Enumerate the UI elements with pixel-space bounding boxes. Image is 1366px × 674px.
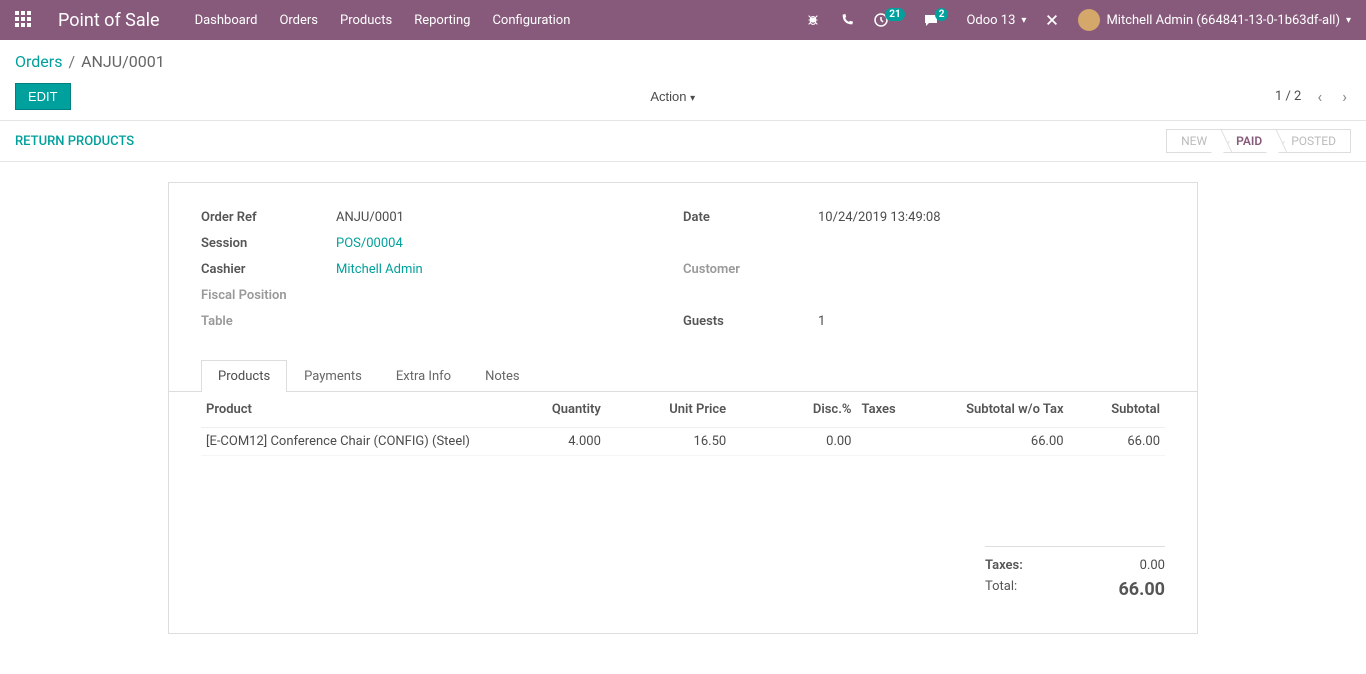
nav-reporting[interactable]: Reporting [414,13,470,28]
breadcrumb-sep: / [68,52,75,71]
nav-configuration[interactable]: Configuration [492,13,570,28]
close-icon[interactable] [1044,12,1060,28]
apps-icon[interactable] [15,11,33,29]
pager: 1 / 2 ‹ › [1275,87,1351,106]
fiscal-position-label: Fiscal Position [201,288,336,303]
chevron-down-icon: ▾ [1021,15,1026,26]
form-sheet: Order Ref ANJU/0001 Session POS/00004 Ca… [168,182,1198,634]
cell-taxes [857,428,934,456]
col-subtotal-wo: Subtotal w/o Tax [934,392,1069,428]
breadcrumb: Orders / ANJU/0001 [0,40,1366,79]
cell-disc: 0.00 [731,428,856,456]
col-unit-price: Unit Price [606,392,731,428]
tab-payments[interactable]: Payments [287,360,379,392]
edit-button[interactable]: EDIT [15,83,71,110]
action-dropdown[interactable]: Action ▾ [650,89,695,104]
table-row[interactable]: [E-COM12] Conference Chair (CONFIG) (Ste… [201,428,1165,456]
col-taxes: Taxes [857,392,934,428]
session-label: Session [201,236,336,251]
taxes-total-label: Taxes: [985,558,1023,573]
cell-subtotal-wo: 66.00 [934,428,1069,456]
main-navbar: Point of Sale Dashboard Orders Products … [0,0,1366,40]
status-steps: NEW PAID POSTED [1166,129,1351,153]
chevron-down-icon: ▾ [690,93,695,104]
cell-subtotal: 66.00 [1069,428,1165,456]
pager-next[interactable]: › [1338,87,1351,106]
grand-total-value: 66.00 [1118,579,1165,600]
taxes-total-value: 0.00 [1140,558,1165,573]
db-selector[interactable]: Odoo 13 ▾ [966,13,1026,28]
return-products-button[interactable]: RETURN PRODUCTS [15,134,134,149]
app-brand[interactable]: Point of Sale [58,10,160,31]
activity-count: 21 [885,8,904,21]
col-quantity: Quantity [509,392,605,428]
chevron-down-icon: ▾ [1346,15,1351,26]
col-disc: Disc.% [731,392,856,428]
cell-quantity: 4.000 [509,428,605,456]
chat-badge[interactable]: 2 [923,12,949,28]
date-value: 10/24/2019 13:49:08 [818,210,941,225]
pager-text: 1 / 2 [1275,89,1301,104]
user-label: Mitchell Admin (664841-13-0-1b63df-all) [1106,13,1340,28]
pager-prev[interactable]: ‹ [1313,87,1326,106]
table-label: Table [201,314,336,329]
nav-dashboard[interactable]: Dashboard [195,13,258,28]
totals-panel: Taxes: 0.00 Total: 66.00 [169,546,1197,603]
phone-icon[interactable] [839,12,855,28]
tab-notes[interactable]: Notes [468,360,537,392]
db-label: Odoo 13 [966,13,1015,28]
grand-total-label: Total: [985,579,1017,600]
order-ref-value: ANJU/0001 [336,210,404,225]
avatar [1078,9,1100,31]
nav-products[interactable]: Products [340,13,392,28]
tab-bar: Products Payments Extra Info Notes [169,359,1197,392]
guests-label: Guests [683,314,818,329]
nav-orders[interactable]: Orders [279,13,318,28]
chat-count: 2 [935,8,949,21]
order-lines-table: Product Quantity Unit Price Disc.% Taxes… [201,392,1165,456]
customer-label: Customer [683,262,818,277]
status-step-new[interactable]: NEW [1166,129,1222,153]
bug-icon[interactable] [805,12,821,28]
toolbar: EDIT Action ▾ 1 / 2 ‹ › [0,79,1366,121]
cell-product: [E-COM12] Conference Chair (CONFIG) (Ste… [201,428,509,456]
session-link[interactable]: POS/00004 [336,236,403,251]
guests-value: 1 [818,314,825,329]
cell-unit-price: 16.50 [606,428,731,456]
date-label: Date [683,210,818,225]
activity-badge[interactable]: 21 [873,12,904,28]
col-product: Product [201,392,509,428]
cashier-link[interactable]: Mitchell Admin [336,262,423,277]
user-menu[interactable]: Mitchell Admin (664841-13-0-1b63df-all) … [1078,9,1351,31]
nav-menu: Dashboard Orders Products Reporting Conf… [195,13,571,28]
breadcrumb-parent[interactable]: Orders [15,52,62,71]
action-label: Action [650,89,686,104]
status-step-posted[interactable]: POSTED [1277,129,1351,153]
cashier-label: Cashier [201,262,336,277]
tab-products[interactable]: Products [201,360,287,392]
tab-extra-info[interactable]: Extra Info [379,360,468,392]
col-subtotal: Subtotal [1069,392,1165,428]
nav-right: 21 2 Odoo 13 ▾ Mitchell Admin (664841-13… [805,9,1351,31]
status-row: RETURN PRODUCTS NEW PAID POSTED [0,121,1366,162]
order-ref-label: Order Ref [201,210,336,225]
breadcrumb-current: ANJU/0001 [81,52,165,71]
